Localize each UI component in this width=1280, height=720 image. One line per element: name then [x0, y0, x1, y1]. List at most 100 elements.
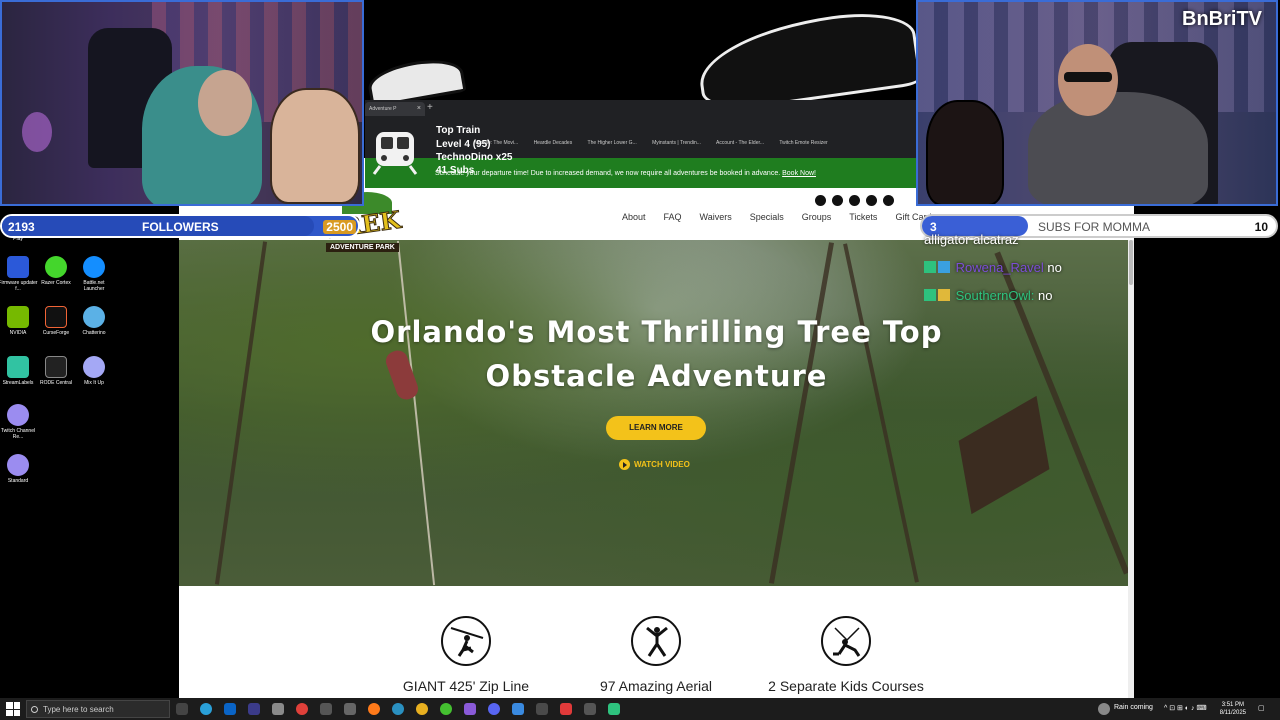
taskbar-app-icon[interactable]: [488, 703, 500, 715]
desktop-icon-mixitup[interactable]: Mix It Up: [74, 356, 114, 386]
taskbar-app-icon[interactable]: [560, 703, 572, 715]
webcam-right: BnBriTV: [916, 0, 1278, 206]
train-icon: [372, 132, 418, 175]
followers-goal-bar: 2193 FOLLOWERS 2500: [0, 214, 360, 238]
chat-overlay: alligator alcatraz Rowena_Ravel no South…: [924, 230, 1134, 314]
edge-icon[interactable]: [200, 703, 212, 715]
feature-aerial: 97 Amazing Aerial: [556, 616, 756, 694]
badge-icon: [924, 261, 936, 273]
train-title: Top Train: [436, 125, 481, 136]
firmware-updater-icon: [7, 256, 29, 278]
chat-message: Rowena_Ravel no: [924, 258, 1134, 286]
desktop-icon-curseforge[interactable]: CurseForge: [36, 306, 76, 336]
feature-label: 97 Amazing Aerial: [599, 678, 713, 694]
train-user: TechnoDino x25: [436, 152, 513, 163]
watch-video-button[interactable]: WATCH VIDEO: [619, 459, 690, 470]
windows-taskbar: Type here to search Rain coming ^ ⊡ ⊞ ◐ …: [0, 698, 1280, 720]
followers-label: FOLLOWERS: [142, 220, 219, 234]
browser-tab[interactable]: Adventure P ×: [365, 102, 425, 116]
taskbar-app-icon[interactable]: [440, 703, 452, 715]
curseforge-icon: [45, 306, 67, 328]
weather-text[interactable]: Rain coming: [1114, 704, 1153, 711]
taskbar-app-icon[interactable]: [512, 703, 524, 715]
features-section: GIANT 425' Zip Line 97 Amazing Aerial 2 …: [179, 586, 1134, 698]
desktop-icon-rode[interactable]: RODE Central: [36, 356, 76, 386]
system-tray-icons[interactable]: ^ ⊡ ⊞ ◐ ♪ ⌨: [1164, 704, 1207, 712]
outlook-icon[interactable]: [224, 703, 236, 715]
nav-faq[interactable]: FAQ: [664, 212, 682, 222]
learn-more-button[interactable]: LEARN MORE: [606, 416, 706, 440]
desktop-icon-battlenet[interactable]: Battle.net Launcher: [74, 256, 114, 292]
taskbar-app-icon[interactable]: [464, 703, 476, 715]
notification-icon[interactable]: ▢: [1258, 704, 1265, 712]
kids-course-icon: [821, 616, 871, 666]
desktop-icon-firmware[interactable]: Firmware updater f...: [0, 256, 38, 292]
desktop-icon-streamlabels[interactable]: StreamLabels: [0, 356, 38, 386]
nav-groups[interactable]: Groups: [802, 212, 832, 222]
badge-icon: [938, 261, 950, 273]
taskbar-app-icon[interactable]: [320, 703, 332, 715]
system-clock[interactable]: 3:51 PM 8/11/2025: [1220, 701, 1246, 717]
firefox-icon[interactable]: [368, 703, 380, 715]
top-train-overlay: Top Train Level 4 (95) TechnoDino x25 41…: [370, 125, 570, 177]
streamer-left-head: [198, 70, 252, 136]
tripadvisor-icon[interactable]: [866, 195, 877, 206]
bookmark-item[interactable]: Account - The Elder...: [716, 140, 764, 146]
sunglasses-icon: [1064, 72, 1112, 82]
taskbar-app-icon[interactable]: [392, 703, 404, 715]
train-level: Level 4 (95): [436, 139, 491, 150]
webcam-left: [0, 0, 364, 206]
tree-trunk: [843, 243, 919, 583]
twitter-icon[interactable]: [832, 195, 843, 206]
chrome-icon[interactable]: [416, 703, 428, 715]
chat-username: Rowena_Ravel: [955, 260, 1044, 275]
desktop-icon-chatterino[interactable]: Chatterino: [74, 306, 114, 336]
chat-username: SouthernOwl:: [955, 288, 1035, 303]
taskbar-app-icon[interactable]: [272, 703, 284, 715]
train-subs: 41 Subs: [436, 165, 475, 176]
taskbar-app-icon[interactable]: [584, 703, 596, 715]
rode-central-icon: [45, 356, 67, 378]
feature-label: GIANT 425' Zip Line: [402, 678, 530, 694]
mix-it-up-icon: [83, 356, 105, 378]
bookmark-item[interactable]: The Higher Lower G...: [588, 140, 637, 146]
tree-trunk: [768, 242, 835, 584]
desktop-icon-twitch-channel[interactable]: Twitch Channel Re...: [0, 404, 38, 440]
standard-icon: [7, 454, 29, 476]
taskbar-app-icon[interactable]: [248, 703, 260, 715]
search-icon: [31, 706, 38, 713]
nav-tickets[interactable]: Tickets: [849, 212, 877, 222]
badge-icon: [938, 289, 950, 301]
zipline-icon: [441, 616, 491, 666]
task-view-icon[interactable]: [176, 703, 188, 715]
windows-start-icon[interactable]: [6, 702, 20, 716]
bookmark-item[interactable]: Twitch Emote Resizer: [779, 140, 827, 146]
obs-icon[interactable]: [296, 703, 308, 715]
weather-icon[interactable]: [1098, 703, 1110, 715]
nav-waivers[interactable]: Waivers: [700, 212, 732, 222]
twitch-channel-icon: [7, 404, 29, 426]
instagram-icon[interactable]: [849, 195, 860, 206]
desktop-icon-nvidia[interactable]: NVIDIA: [0, 306, 38, 336]
nav-about[interactable]: About: [622, 212, 646, 222]
anime-avatar-right: [926, 100, 1004, 204]
taskbar-search[interactable]: Type here to search: [26, 700, 170, 718]
close-tab-icon[interactable]: ×: [417, 105, 421, 112]
chatterino-icon: [83, 306, 105, 328]
desktop-icon-standard[interactable]: Standard: [0, 454, 38, 484]
bookmark-item[interactable]: Myinstants | Trendin...: [652, 140, 701, 146]
tree-trunk: [214, 241, 268, 585]
nav-specials[interactable]: Specials: [750, 212, 784, 222]
yelp-icon[interactable]: [883, 195, 894, 206]
taskbar-app-icon[interactable]: [536, 703, 548, 715]
top-cartoon-ear-right: [693, 5, 923, 115]
feature-label: 2 Separate Kids Courses: [768, 678, 924, 694]
new-tab-icon[interactable]: +: [427, 102, 433, 113]
feature-zipline: GIANT 425' Zip Line: [366, 616, 566, 694]
taskbar-app-icon[interactable]: [344, 703, 356, 715]
stream-screen: Play Firmware updater f... Razer Cortex …: [0, 0, 1280, 720]
taskbar-app-icon[interactable]: [608, 703, 620, 715]
desktop-icon-razer[interactable]: Razer Cortex: [36, 256, 76, 286]
facebook-icon[interactable]: [815, 195, 826, 206]
book-now-link[interactable]: Book Now!: [782, 170, 816, 177]
